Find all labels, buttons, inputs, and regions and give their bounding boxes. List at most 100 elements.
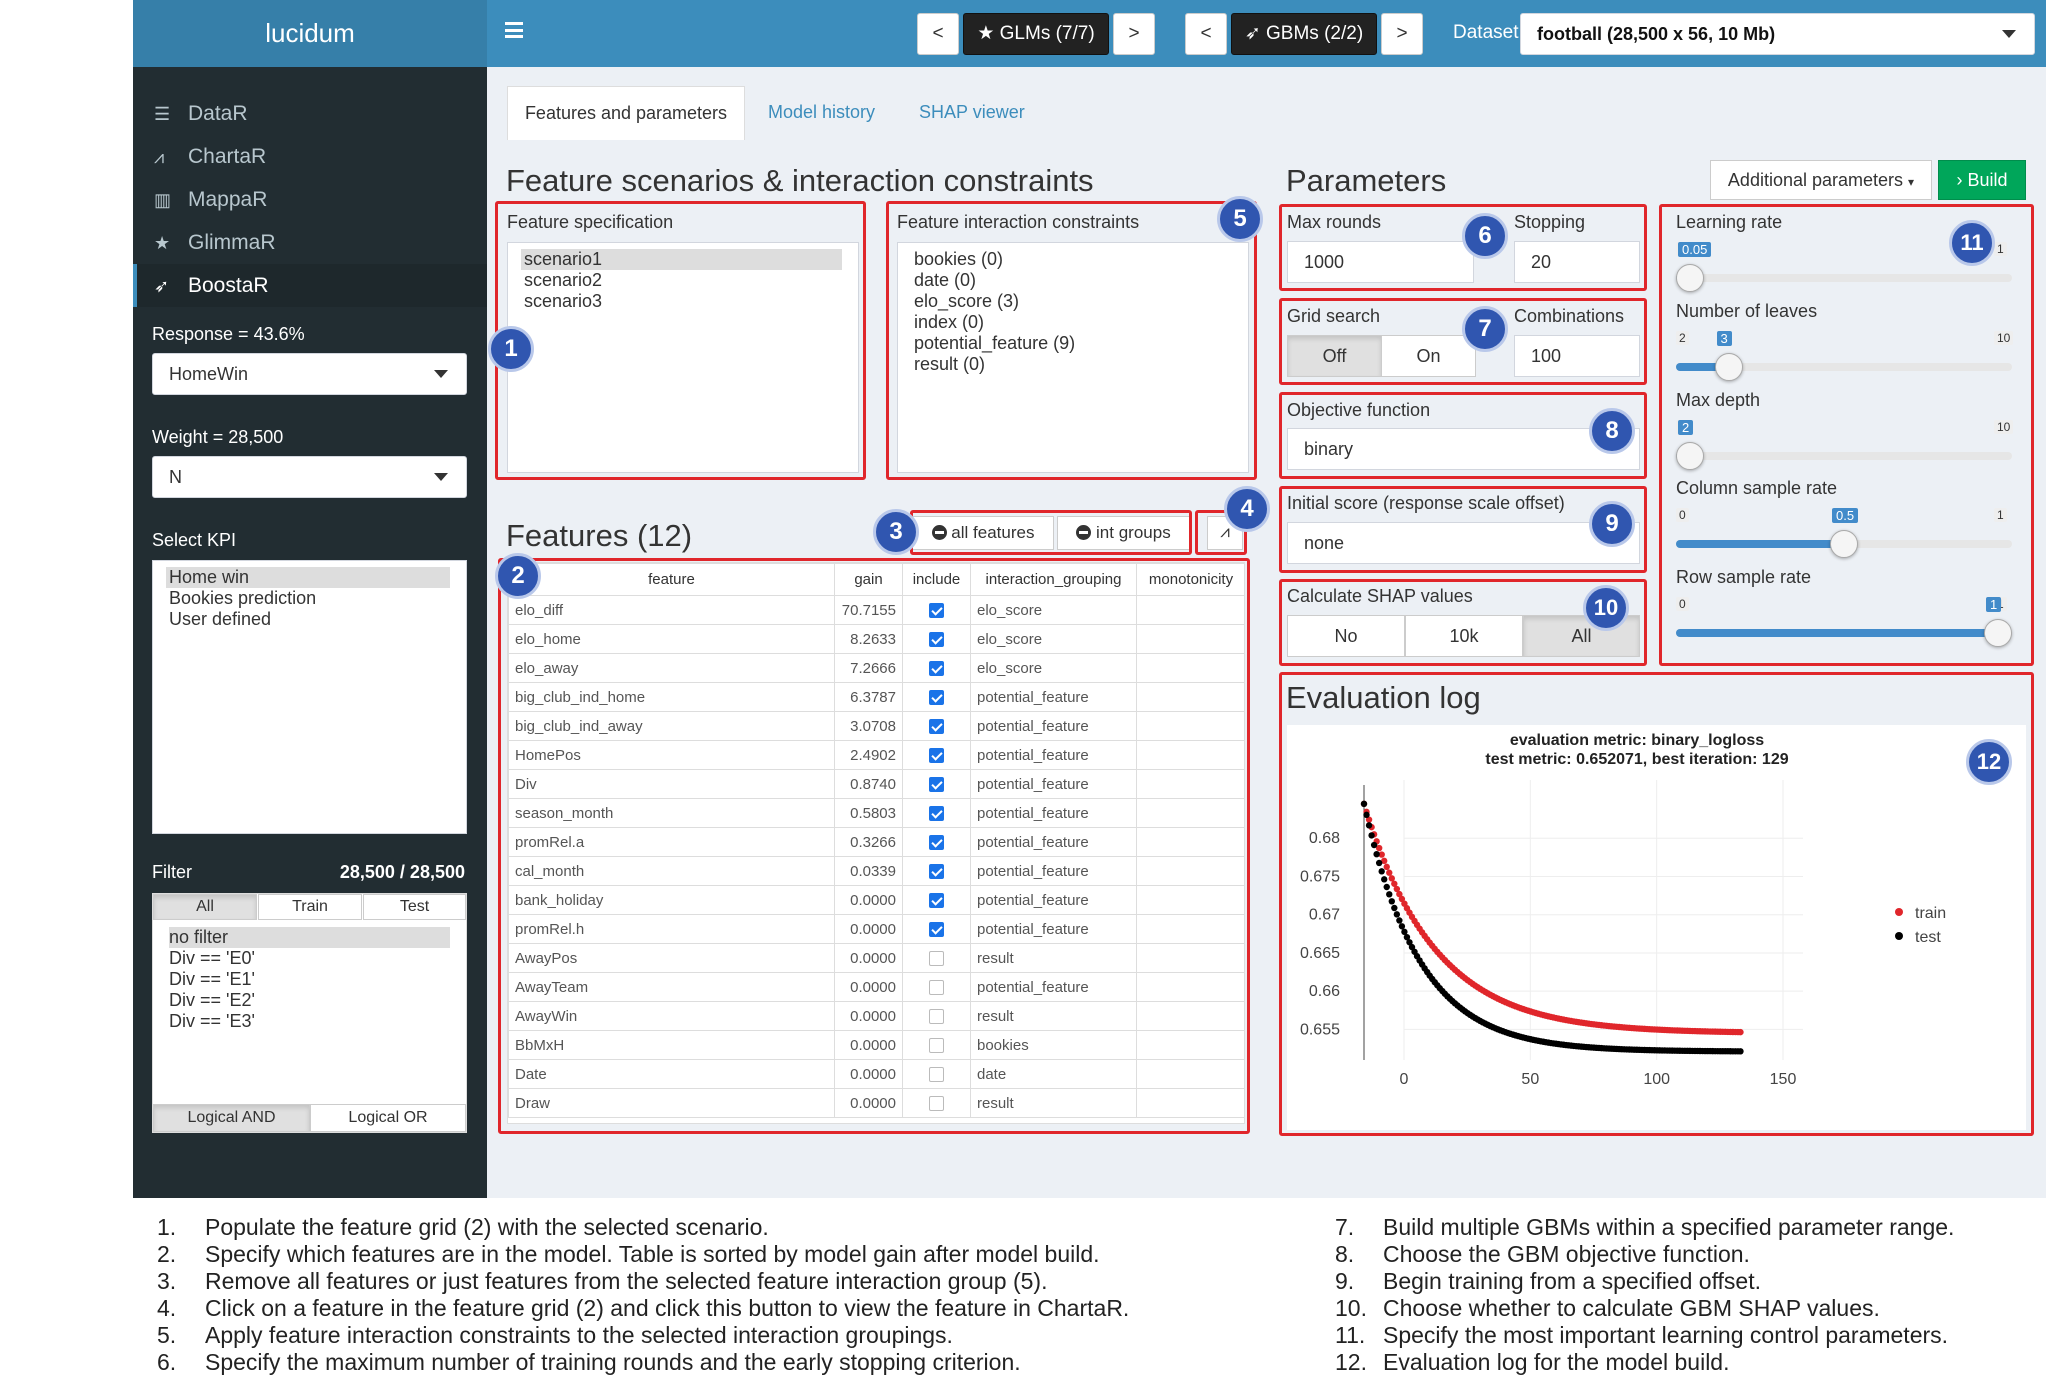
footnote-text: Choose whether to calculate GBM SHAP val… [1383, 1295, 1880, 1321]
annotation-badge-9: 9 [1589, 501, 1635, 547]
filter-tab-test[interactable]: Test [363, 894, 466, 920]
footnote-text: Click on a feature in the feature grid (… [205, 1295, 1130, 1321]
additional-parameters-dropdown[interactable]: Additional parameters ▾ [1710, 160, 1932, 200]
scenarios-title: Feature scenarios & interaction constrai… [506, 163, 1094, 198]
filter-tab-all[interactable]: All [153, 894, 257, 920]
footnote-item: 7. Build multiple GBMs within a specified… [1335, 1214, 1954, 1241]
annotation-badge-11: 11 [1949, 220, 1995, 266]
list-item[interactable]: User defined [169, 609, 450, 630]
list-item[interactable]: Home win [166, 567, 450, 588]
footnote-item: 5. Apply feature interaction constraints … [157, 1322, 1129, 1349]
footnote-item: 1. Populate the feature grid (2) with the… [157, 1214, 1129, 1241]
footnote-item: 3. Remove all features or just features f… [157, 1268, 1129, 1295]
footnote-text: Evaluation log for the model build. [1383, 1349, 1730, 1375]
build-button[interactable]: › Build [1938, 160, 2026, 200]
annotation-box-6 [1279, 204, 1647, 291]
footnote-text: Specify which features are in the model.… [205, 1241, 1100, 1267]
footnote-text: Specify the maximum number of training r… [205, 1349, 1021, 1375]
footnote-text: Begin training from a specified offset. [1383, 1268, 1762, 1294]
list-item[interactable]: Div == 'E1' [169, 969, 450, 990]
list-icon: ☰ [154, 104, 171, 124]
dataset-label: Dataset [1453, 22, 1519, 43]
sidebar-item-datar[interactable]: ☰ DataR [133, 92, 487, 135]
footnote-item: 8. Choose the GBM objective function. [1335, 1241, 1954, 1268]
gbm-selector-button[interactable]: ➶ GBMs (2/2) [1231, 13, 1377, 55]
footnote-number: 8. [1335, 1241, 1355, 1267]
filter-label: Filter [152, 862, 192, 882]
glm-selector-button[interactable]: ★ GLMs (7/7) [963, 13, 1109, 55]
filter-count: 28,500 / 28,500 [339, 862, 465, 882]
response-select[interactable]: HomeWin [152, 353, 467, 395]
footnote-text: Specify the most important learning cont… [1383, 1322, 1949, 1348]
footnote-text: Populate the feature grid (2) with the s… [205, 1214, 769, 1240]
sidebar-item-boostar[interactable]: ➶ BoostaR [133, 264, 487, 307]
caret-down-icon: ▾ [1908, 175, 1915, 189]
annotation-box-1 [495, 201, 866, 480]
footnote-number: 9. [1335, 1268, 1355, 1294]
weight-label: Weight = 28,500 [152, 427, 284, 447]
features-title: Features (12) [506, 518, 693, 553]
star-icon: ★ [154, 233, 171, 253]
map-icon: ▥ [154, 190, 172, 210]
list-item[interactable]: Div == 'E3' [169, 1011, 450, 1032]
filter-tab-train[interactable]: Train [258, 894, 362, 920]
chevron-down-icon [434, 370, 448, 378]
weight-select[interactable]: N [152, 456, 467, 498]
hamburger-icon[interactable] [505, 22, 523, 38]
sidebar-item-mappar[interactable]: ▥ MappaR [133, 178, 487, 221]
footnote-text: Choose the GBM objective function. [1383, 1241, 1750, 1267]
annotation-badge-5: 5 [1217, 196, 1263, 242]
sidebar-item-glimmar[interactable]: ★ GlimmaR [133, 221, 487, 264]
footnote-number: 5. [157, 1322, 177, 1348]
annotation-badge-2: 2 [495, 553, 541, 599]
tab-shap-viewer[interactable]: SHAP viewer [919, 102, 1025, 123]
chevron-down-icon [2002, 30, 2016, 38]
annotation-badge-8: 8 [1589, 408, 1635, 454]
list-item[interactable]: Div == 'E2' [169, 990, 450, 1011]
footnote-number: 1. [157, 1214, 177, 1240]
list-item[interactable]: no filter [169, 927, 450, 948]
footnote-number: 12. [1335, 1349, 1367, 1375]
glm-prev-button[interactable]: < [917, 13, 959, 55]
footnotes-right: 7. Build multiple GBMs within a specified… [1335, 1214, 1954, 1376]
annotation-badge-4: 4 [1224, 486, 1270, 532]
footnote-number: 11. [1335, 1322, 1366, 1348]
footnote-number: 2. [157, 1241, 177, 1267]
chevron-right-icon: › [1956, 170, 1963, 190]
list-item[interactable]: Div == 'E0' [169, 948, 450, 969]
annotation-box-7 [1279, 298, 1647, 385]
rocket-icon: ➶ [154, 276, 170, 296]
gbm-prev-button[interactable]: < [1185, 13, 1227, 55]
annotation-box-12 [1279, 672, 2034, 1136]
chevron-down-icon [434, 473, 448, 481]
footnote-item: 12. Evaluation log for the model build. [1335, 1349, 1954, 1376]
glm-next-button[interactable]: > [1113, 13, 1155, 55]
logical-and-button[interactable]: Logical AND [153, 1104, 310, 1132]
area-chart-icon: ⩘ [154, 147, 165, 167]
list-item[interactable]: Bookies prediction [169, 588, 450, 609]
logical-or-button[interactable]: Logical OR [310, 1104, 466, 1132]
sidebar-item-chartar[interactable]: ⩘ ChartaR [133, 135, 487, 178]
annotation-badge-3: 3 [873, 509, 919, 555]
footnote-text: Build multiple GBMs within a specified p… [1383, 1214, 1955, 1240]
kpi-listbox[interactable]: Home win Bookies prediction User defined [152, 560, 467, 834]
annotation-badge-10: 10 [1583, 585, 1629, 631]
footnote-item: 11. Specify the most important learning c… [1335, 1322, 1954, 1349]
annotation-badge-1: 1 [488, 326, 534, 372]
response-label: Response = 43.6% [152, 324, 305, 344]
footnotes-left: 1. Populate the feature grid (2) with the… [157, 1214, 1129, 1376]
footnote-number: 4. [157, 1295, 177, 1321]
tab-model-history[interactable]: Model history [768, 102, 875, 123]
footnote-number: 6. [157, 1349, 177, 1375]
footnote-number: 7. [1335, 1214, 1355, 1240]
filter-listbox[interactable]: no filter Div == 'E0' Div == 'E1' Div ==… [153, 924, 466, 1035]
annotation-box-3 [910, 510, 1192, 555]
tab-features-and-parameters[interactable]: Features and parameters [507, 86, 745, 140]
footnote-item: 2. Specify which features are in the mode… [157, 1241, 1129, 1268]
footnote-item: 6. Specify the maximum number of training… [157, 1349, 1129, 1376]
annotation-box-11 [1659, 204, 2034, 666]
gbm-next-button[interactable]: > [1381, 13, 1423, 55]
annotation-badge-6: 6 [1462, 213, 1508, 259]
dataset-select[interactable]: football (28,500 x 56, 10 Mb) [1520, 13, 2035, 55]
footnote-item: 10. Choose whether to calculate GBM SHAP … [1335, 1295, 1954, 1322]
